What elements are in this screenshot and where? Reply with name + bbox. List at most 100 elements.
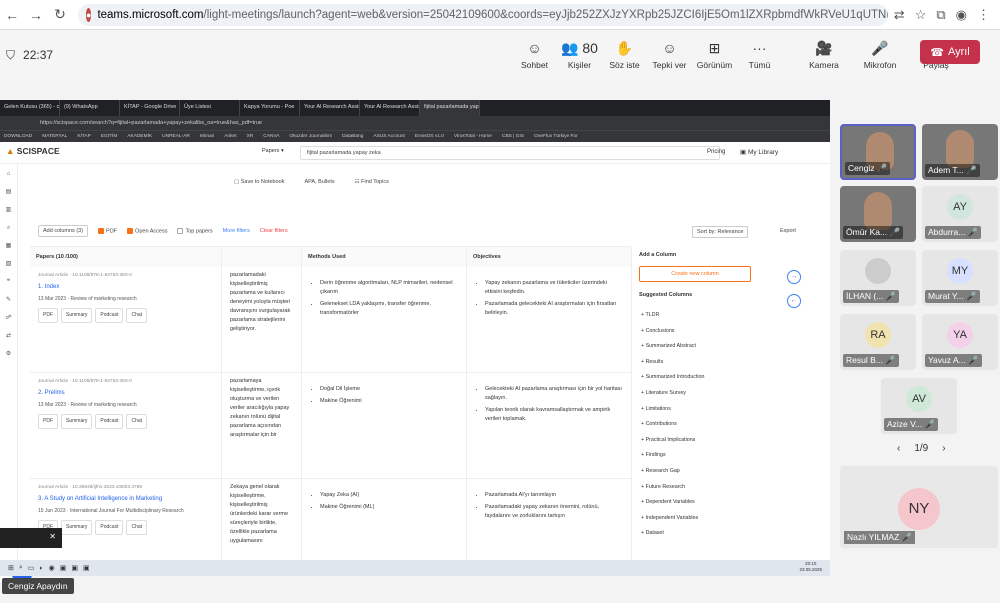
- paper-title-link[interactable]: 3. A Study on Artificial Intelligence in…: [38, 495, 213, 504]
- participant-tile[interactable]: AV Azize V... 🎤: [881, 378, 957, 434]
- suggested-column-item[interactable]: + Independent Variables: [641, 511, 704, 527]
- bookmark-item[interactable]: AKADEMİK: [127, 134, 152, 139]
- taskbar-files-icon[interactable]: ▭: [28, 564, 35, 572]
- export-button[interactable]: Export: [780, 228, 796, 234]
- add-columns-button[interactable]: Add columns (3): [38, 225, 89, 237]
- arrow-left-icon[interactable]: ←: [787, 294, 801, 308]
- summary-button[interactable]: Summary: [61, 520, 93, 535]
- toolbar-button-tepki ver[interactable]: ☺ Tepki ver: [647, 30, 692, 80]
- pricing-link[interactable]: Pricing: [707, 149, 725, 155]
- bookmark-star-icon[interactable]: ☆: [915, 7, 927, 23]
- participant-tile[interactable]: Cengiz 🎤: [840, 124, 916, 180]
- taskbar-edge-icon[interactable]: ◐: [39, 565, 43, 572]
- suggested-column-item[interactable]: + Dataset: [641, 526, 704, 542]
- address-bar[interactable]: ● teams.microsoft.com/light-meetings/lau…: [78, 3, 888, 26]
- shared-address-bar[interactable]: https://scispace.com/search?q=fijital+pa…: [0, 116, 830, 130]
- leave-button[interactable]: ☎ Ayrıl: [920, 40, 980, 64]
- suggested-column-item[interactable]: + Summarized Abstract: [641, 339, 704, 355]
- bookmark-item[interactable]: EGİTİM: [101, 134, 118, 139]
- chat-button[interactable]: Chat: [126, 520, 148, 535]
- participant-tile[interactable]: AY Abdurra... 🎤: [922, 186, 998, 242]
- paper-title-link[interactable]: 1. Index: [38, 283, 213, 292]
- open-access-filter[interactable]: Open Access: [127, 227, 167, 234]
- chevron-left-icon[interactable]: ‹: [897, 443, 900, 454]
- bookmark-item[interactable]: Anket: [224, 134, 236, 139]
- clear-filters-link[interactable]: Clear filters: [260, 228, 288, 234]
- top-papers-filter[interactable]: Top papers: [177, 227, 213, 234]
- dismiss-toast[interactable]: ✕: [0, 528, 62, 548]
- shared-tab[interactable]: KİTAP - Google Drive: [120, 100, 180, 116]
- menu-icon[interactable]: ⋮: [977, 7, 990, 23]
- library-icon[interactable]: ▤: [0, 184, 17, 200]
- translate-icon[interactable]: ⇄: [894, 7, 905, 23]
- bookmark-item[interactable]: VirusTotal - Home: [454, 134, 492, 139]
- find-topics-button[interactable]: ☷ Find Topics: [355, 179, 389, 185]
- participant-tile[interactable]: Adem T... 🎤: [922, 124, 998, 180]
- suggested-column-item[interactable]: + Limitations: [641, 402, 704, 418]
- participant-tile[interactable]: Ömür Ka... 🎤: [840, 186, 916, 242]
- arrow-right-icon[interactable]: →: [787, 270, 801, 284]
- pdf-button[interactable]: PDF: [38, 308, 58, 323]
- bookmark-item[interactable]: MATERYAL: [42, 134, 67, 139]
- create-column-button[interactable]: Create new column: [639, 266, 751, 282]
- suggested-column-item[interactable]: + Summarized Introduction: [641, 370, 704, 386]
- bookmark-item[interactable]: CBS | GIS: [502, 134, 524, 139]
- suggested-column-item[interactable]: + Practical Implications: [641, 433, 704, 449]
- toolbar-button-kamera[interactable]: 🎥 Kamera: [796, 30, 852, 80]
- bookmark-item[interactable]: Okuzder Journalism: [289, 134, 332, 139]
- chat-button[interactable]: Chat: [126, 414, 148, 429]
- suggested-column-item[interactable]: + Results: [641, 355, 704, 371]
- notebook-icon[interactable]: ▥: [0, 202, 17, 218]
- summary-button[interactable]: Summary: [61, 308, 93, 323]
- suggested-column-item[interactable]: + Conclusions: [641, 324, 704, 340]
- translate-icon[interactable]: ⇄: [0, 328, 17, 344]
- bookmark-item[interactable]: Mimari: [200, 134, 214, 139]
- toolbar-button-sohbet[interactable]: ☺ Sohbet: [512, 30, 557, 80]
- participant-tile[interactable]: MY Murat Y... 🎤: [922, 250, 998, 306]
- pen-icon[interactable]: ✎: [0, 292, 17, 308]
- participant-tile[interactable]: İLHAN (... 🎤: [840, 250, 916, 306]
- taskbar-app-icon[interactable]: ▣: [71, 564, 78, 572]
- paper-title-link[interactable]: 2. Prelims: [38, 389, 213, 398]
- chat-button[interactable]: Chat: [126, 308, 148, 323]
- my-library-link[interactable]: ▣ My Library: [740, 148, 778, 156]
- pdf-filter[interactable]: PDF: [98, 227, 117, 234]
- taskbar-app-icon[interactable]: ▣: [60, 564, 67, 572]
- suggested-column-item[interactable]: + Research Gap: [641, 464, 704, 480]
- bookmark-item[interactable]: DOWNLOAD: [4, 134, 32, 139]
- bookmark-item[interactable]: XR: [247, 134, 254, 139]
- windows-start-icon[interactable]: ⊞: [8, 564, 14, 572]
- toolbar-button-mikrofon[interactable]: 🎤 Mikrofon: [852, 30, 908, 80]
- suggested-column-item[interactable]: + Future Research: [641, 480, 704, 496]
- sort-dropdown[interactable]: Sort by: Relevance: [692, 226, 749, 238]
- suggested-column-item[interactable]: + Findings: [641, 448, 704, 464]
- profile-icon[interactable]: ◉: [956, 7, 967, 23]
- shared-tab[interactable]: Kapya Yorumu - Poe: [240, 100, 300, 116]
- taskbar-chrome-icon[interactable]: ◉: [49, 564, 55, 572]
- save-notebook-button[interactable]: ▢ Save to Notebook: [234, 179, 284, 185]
- scispace-logo[interactable]: ▲ SCISPACE: [6, 146, 60, 156]
- suggested-column-item[interactable]: + Dependent Variables: [641, 495, 704, 511]
- shared-tab[interactable]: Üye Listesi: [180, 100, 240, 116]
- bookmark-item[interactable]: ASUS Account: [373, 134, 404, 139]
- bookmark-item[interactable]: CANVA: [263, 134, 279, 139]
- pdf-button[interactable]: PDF: [38, 414, 58, 429]
- participant-tile[interactable]: RA Resul B... 🎤: [840, 314, 916, 370]
- participant-tile-large[interactable]: NY Nazlı YILMAZ 🎤: [840, 466, 998, 548]
- doc-icon[interactable]: ▦: [0, 238, 17, 254]
- pdf-icon[interactable]: ▧: [0, 256, 17, 272]
- shared-tab[interactable]: (9) WhatsApp: [60, 100, 120, 116]
- bookmark-item[interactable]: EnvisOS v1.0: [415, 134, 444, 139]
- toolbar-button-görünüm[interactable]: ⊞ Görünüm: [692, 30, 737, 80]
- taskbar-app-icon[interactable]: ▣: [83, 564, 90, 572]
- apa-dropdown[interactable]: APA, Bullets: [304, 179, 334, 185]
- chat-icon[interactable]: ☍: [0, 310, 17, 326]
- toolbar-button-kişiler[interactable]: 👥 80 Kişiler: [557, 30, 602, 80]
- search-input[interactable]: fijital pazarlamada yapay zeka: [300, 146, 720, 160]
- papers-dropdown[interactable]: Papers ▾: [262, 148, 284, 154]
- podcast-button[interactable]: Podcast: [95, 520, 124, 535]
- extensions-icon[interactable]: ⧉: [936, 7, 945, 23]
- toolbar-button-söz iste[interactable]: ✋ Söz iste: [602, 30, 647, 80]
- home-icon[interactable]: ⌂: [0, 166, 17, 182]
- shared-tab[interactable]: Gelen Kutusu (365) - cengiz: [0, 100, 60, 116]
